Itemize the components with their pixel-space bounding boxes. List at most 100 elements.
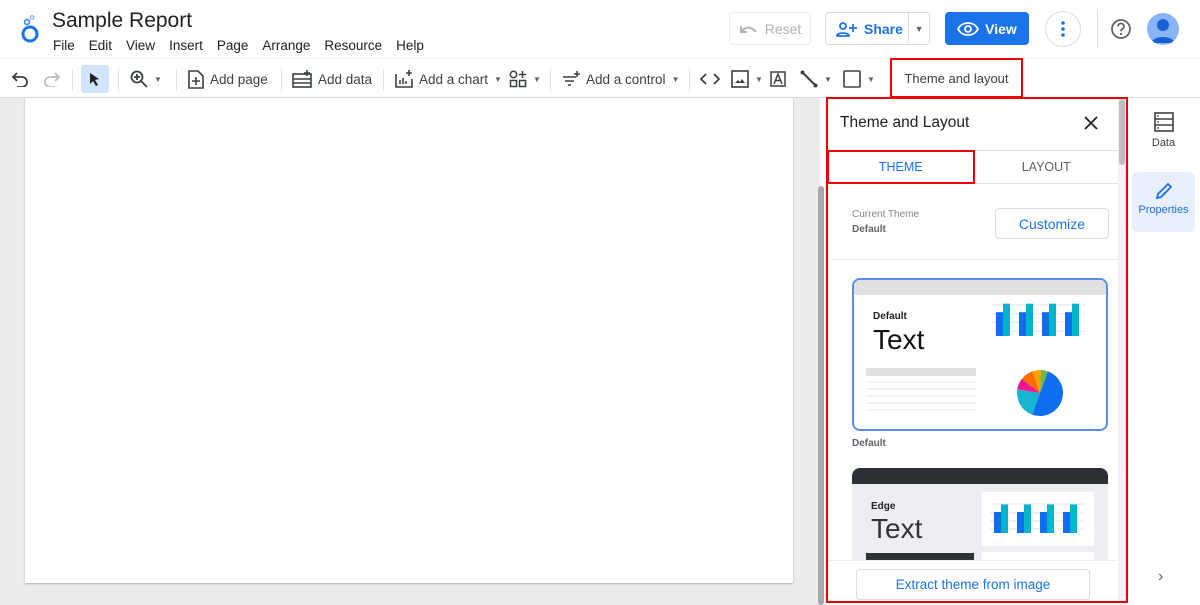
toolbar-divider [383, 69, 384, 91]
rail-data-tab[interactable]: Data [1132, 112, 1195, 162]
workspace-scrollbar[interactable] [818, 186, 824, 605]
toolbar: ▼ Add page Add data Add a chart ▼ ▼ Add … [0, 58, 1200, 98]
preview-bar [1049, 303, 1056, 336]
add-control-button[interactable]: Add a control ▼ [562, 65, 679, 93]
add-page-icon [188, 69, 204, 89]
toolbar-divider [281, 69, 282, 91]
panel-scrollbar-thumb[interactable] [1119, 99, 1125, 165]
looker-studio-logo-icon[interactable] [18, 14, 42, 44]
more-options-button[interactable] [1045, 11, 1081, 47]
theme-and-layout-button[interactable]: Theme and layout [890, 58, 1023, 98]
preview-bar [1017, 512, 1024, 533]
header-divider [1097, 10, 1098, 48]
pencil-icon [1155, 182, 1172, 200]
preview-bar [1040, 512, 1047, 533]
tab-layout[interactable]: LAYOUT [975, 151, 1119, 183]
menu-arrange[interactable]: Arrange [255, 38, 317, 53]
theme-and-layout-panel: Theme and Layout THEME LAYOUT Current Th… [826, 97, 1128, 603]
line-button[interactable]: ▼ [800, 65, 832, 93]
theme-card-default[interactable]: Default Text [852, 278, 1108, 431]
pointer-icon [90, 73, 99, 86]
menu-file[interactable]: File [46, 38, 82, 53]
line-icon [800, 70, 818, 88]
preview-bar [1065, 312, 1072, 336]
preview-bar [1072, 303, 1079, 336]
share-dropdown-caret-icon[interactable]: ▼ [909, 24, 929, 34]
code-icon [700, 73, 720, 85]
eye-icon [957, 21, 980, 36]
zoom-caret-icon: ▼ [154, 74, 162, 84]
bar-chart-preview-icon [990, 503, 1084, 533]
preview-bar [1070, 504, 1077, 533]
panel-title: Theme and Layout [840, 114, 970, 131]
menu-resource[interactable]: Resource [317, 38, 389, 53]
select-tool-button[interactable] [81, 65, 109, 93]
toolbar-divider [176, 69, 177, 91]
customize-button[interactable]: Customize [995, 208, 1109, 239]
menu-page[interactable]: Page [210, 38, 256, 53]
rail-properties-tab[interactable]: Properties [1132, 172, 1195, 232]
theme-preview-text: Text [871, 513, 923, 544]
menu-help[interactable]: Help [389, 38, 431, 53]
image-icon [731, 70, 749, 88]
theme-and-layout-label: Theme and layout [904, 70, 1009, 86]
preview-bar [1063, 512, 1070, 533]
add-data-button[interactable]: Add data [292, 65, 372, 93]
add-control-label: Add a control [586, 71, 666, 87]
theme-preview-name: Edge [871, 501, 896, 512]
add-person-icon [836, 21, 857, 37]
preview-bar [994, 512, 1001, 533]
menu-bar: File Edit View Insert Page Arrange Resou… [46, 38, 431, 53]
line-caret-icon: ▼ [824, 74, 832, 84]
share-button[interactable]: Share [826, 13, 910, 44]
zoom-button[interactable]: ▼ [130, 65, 162, 93]
pie-chart-preview-icon [1017, 370, 1063, 416]
person-icon [1151, 19, 1175, 43]
tab-theme[interactable]: THEME [828, 150, 975, 184]
reset-button[interactable]: Reset [729, 12, 811, 45]
redo-icon [44, 72, 60, 87]
add-page-label: Add page [210, 71, 268, 87]
share-button-group: Share ▼ [825, 12, 930, 45]
share-label: Share [864, 20, 903, 37]
theme-preview-text: Text [873, 324, 925, 355]
help-icon[interactable] [1110, 18, 1132, 40]
rectangle-icon [843, 70, 861, 88]
text-button[interactable] [769, 65, 787, 93]
add-component-button[interactable]: ▼ [509, 65, 541, 93]
add-data-label: Add data [318, 71, 373, 87]
embed-url-button[interactable] [700, 65, 720, 93]
add-page-button[interactable]: Add page [188, 65, 268, 93]
text-box-icon [770, 71, 786, 87]
redo-button[interactable] [42, 65, 60, 93]
preview-bar [1047, 504, 1054, 533]
add-chart-icon [395, 70, 413, 88]
close-icon[interactable] [1083, 115, 1099, 131]
preview-bar [1019, 312, 1026, 336]
preview-bar [1001, 504, 1008, 533]
rail-data-label: Data [1151, 137, 1176, 149]
report-title[interactable]: Sample Report [52, 9, 192, 33]
toolbar-divider [550, 69, 551, 91]
view-button[interactable]: View [945, 12, 1029, 45]
toolbar-divider [689, 69, 690, 91]
shape-caret-icon: ▼ [867, 74, 875, 84]
current-theme-label: Current Theme [852, 209, 920, 220]
rail-properties-label: Properties [1138, 204, 1189, 216]
theme-card-label: Default [852, 438, 886, 449]
add-chart-button[interactable]: Add a chart ▼ [395, 65, 502, 93]
panel-tabs: THEME LAYOUT [828, 150, 1118, 184]
menu-insert[interactable]: Insert [162, 38, 210, 53]
expand-panel-chevron-icon[interactable]: › [1158, 568, 1163, 586]
preview-bar [1026, 303, 1033, 336]
image-button[interactable]: ▼ [731, 65, 763, 93]
image-caret-icon: ▼ [755, 74, 763, 84]
panel-scrollbar-track[interactable] [1118, 99, 1126, 601]
report-page-canvas[interactable] [25, 98, 793, 583]
shape-button[interactable]: ▼ [843, 65, 875, 93]
menu-view[interactable]: View [119, 38, 162, 53]
undo-button[interactable] [12, 65, 30, 93]
menu-edit[interactable]: Edit [82, 38, 119, 53]
account-avatar[interactable] [1147, 13, 1179, 45]
extract-theme-button[interactable]: Extract theme from image [856, 569, 1090, 600]
